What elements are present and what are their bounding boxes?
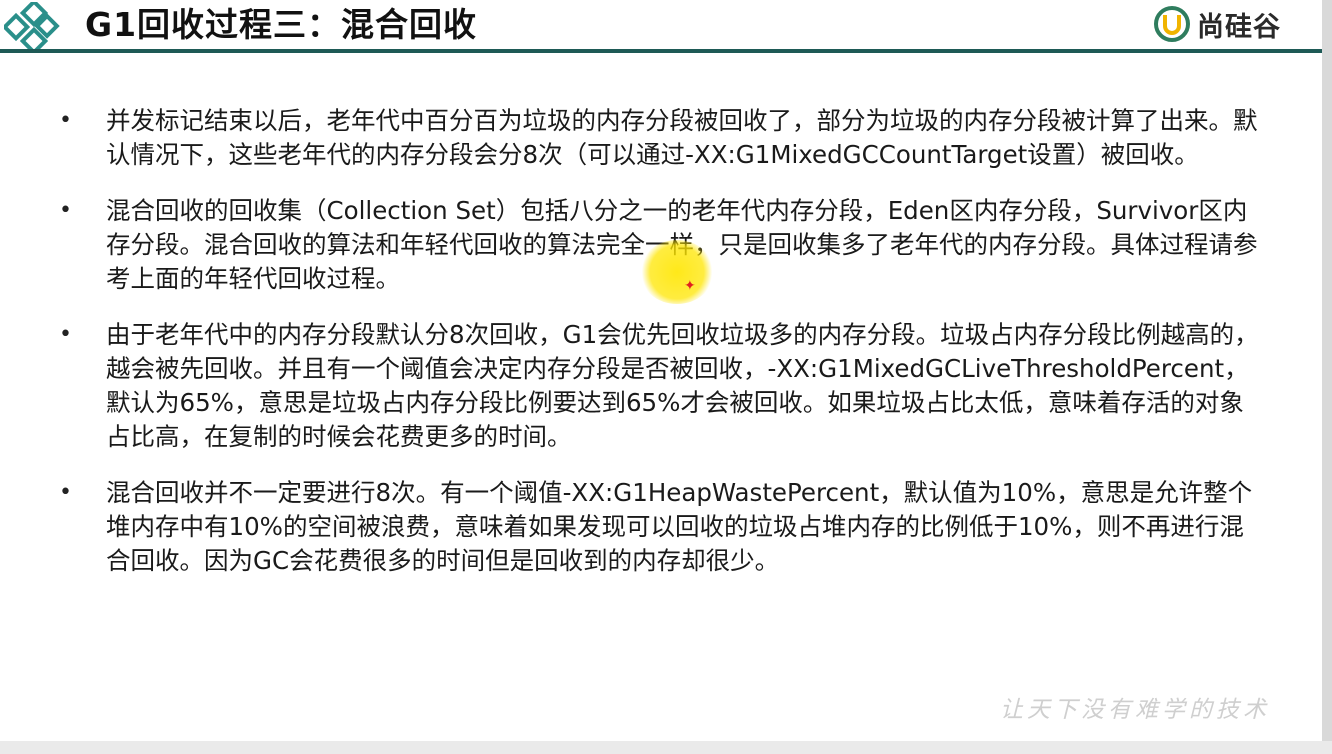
bullet-marker: • bbox=[59, 322, 72, 347]
brand-name: 尚硅谷 bbox=[1197, 11, 1281, 43]
watermark: 让天下没有难学的技术 bbox=[1000, 697, 1270, 723]
bullet-marker: • bbox=[59, 108, 72, 133]
window-bottom-edge bbox=[0, 741, 1332, 754]
page-title: G1回收过程三：混合回收 bbox=[85, 5, 478, 44]
pointer-icon: ✦ bbox=[684, 278, 696, 294]
bullet-marker: • bbox=[59, 198, 72, 223]
list-item: • 混合回收并不一定要进行8次。有一个阈值-XX:G1HeapWastePerc… bbox=[55, 476, 1260, 578]
bullet-text: 由于老年代中的内存分段默认分8次回收，G1会优先回收垃圾多的内存分段。垃圾占内存… bbox=[106, 320, 1259, 451]
window-right-edge bbox=[1322, 0, 1332, 754]
bullet-marker: • bbox=[59, 480, 72, 505]
bullet-text: 混合回收并不一定要进行8次。有一个阈值-XX:G1HeapWastePercen… bbox=[106, 478, 1253, 575]
bullet-list: • 并发标记结束以后，老年代中百分百为垃圾的内存分段被回收了，部分为垃圾的内存分… bbox=[55, 104, 1260, 600]
cursor-highlight bbox=[640, 240, 714, 304]
brand-logo: 尚硅谷 bbox=[1153, 4, 1281, 44]
slide: G1回收过程三：混合回收 尚硅谷 • 并发标记结束以后，老年代中百分百为垃圾的内… bbox=[0, 0, 1322, 741]
list-item: • 并发标记结束以后，老年代中百分百为垃圾的内存分段被回收了，部分为垃圾的内存分… bbox=[55, 104, 1260, 172]
title-divider bbox=[0, 49, 1322, 53]
brand-u-icon bbox=[1154, 6, 1190, 42]
list-item: • 由于老年代中的内存分段默认分8次回收，G1会优先回收垃圾多的内存分段。垃圾占… bbox=[55, 318, 1260, 454]
diamond-logo-icon bbox=[4, 2, 60, 52]
bullet-text: 并发标记结束以后，老年代中百分百为垃圾的内存分段被回收了，部分为垃圾的内存分段被… bbox=[106, 106, 1258, 169]
